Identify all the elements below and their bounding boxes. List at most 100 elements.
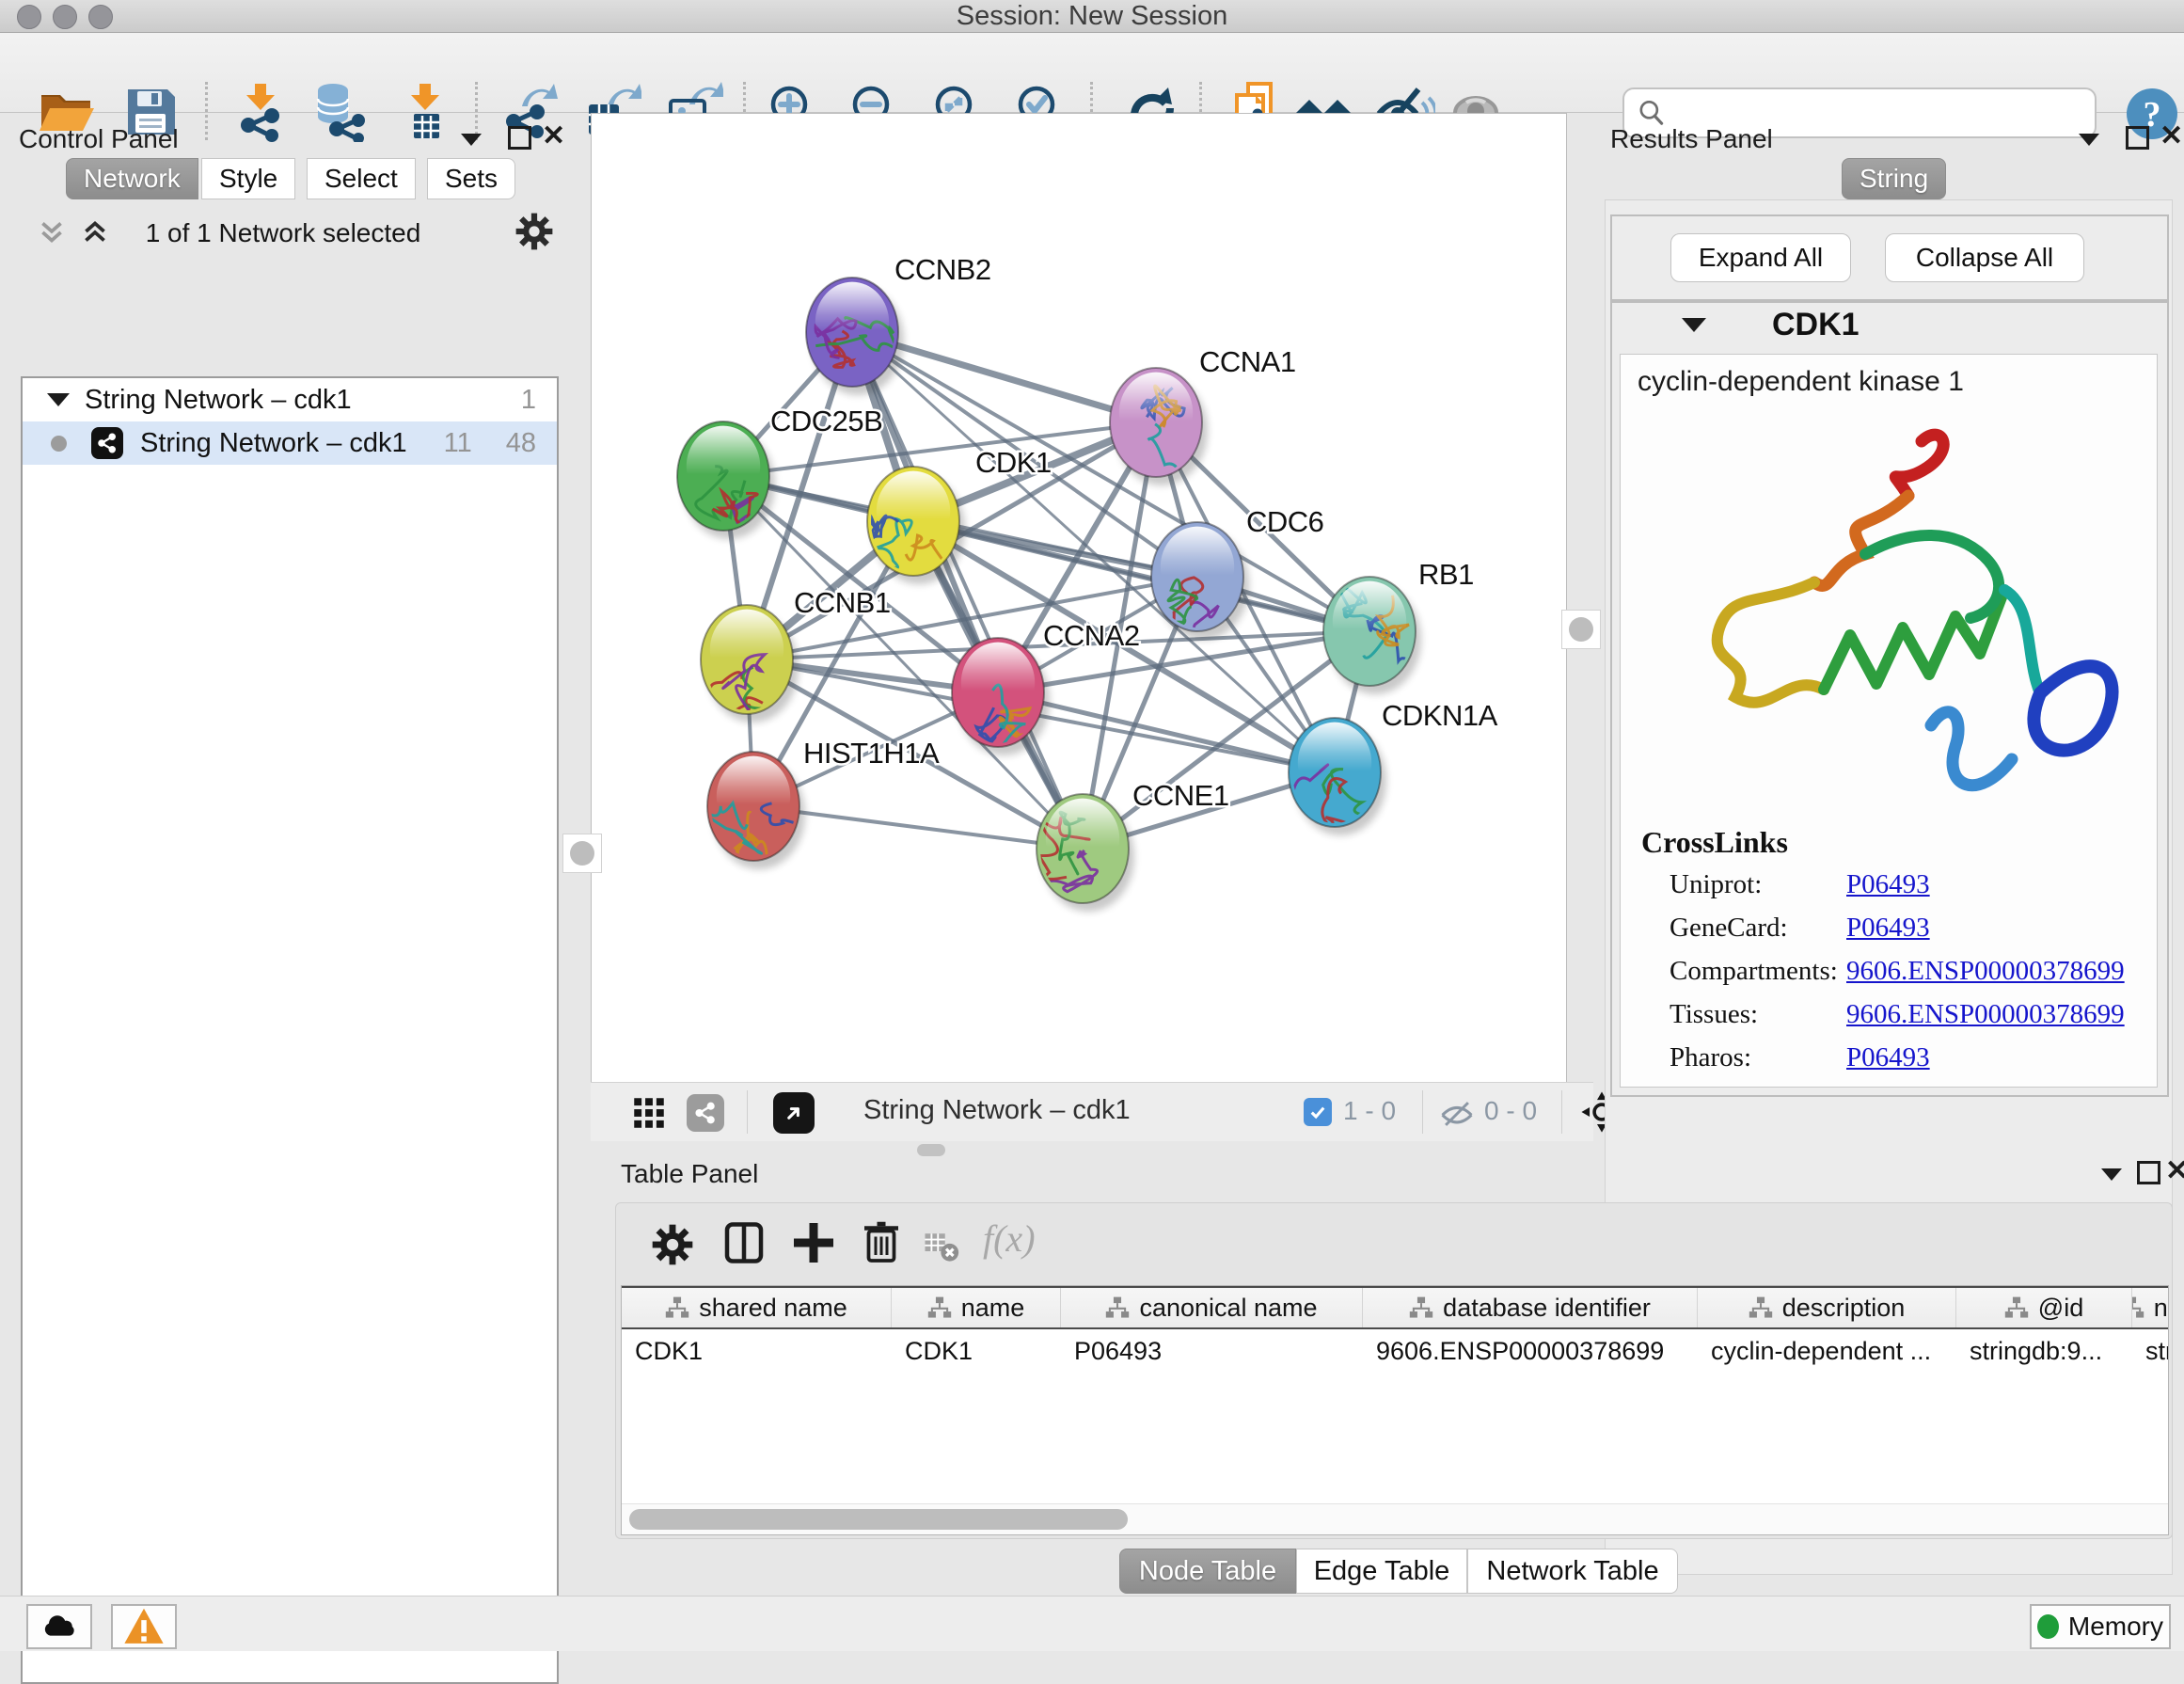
grid-view-icon[interactable] — [632, 1096, 666, 1130]
column-header-namespace[interactable]: namespace — [2132, 1288, 2169, 1327]
column-header-label: shared name — [699, 1294, 847, 1323]
open-in-window-button[interactable] — [773, 1092, 815, 1134]
hidden-count: 0 - 0 — [1484, 1096, 1537, 1126]
node-label-CCNB2: CCNB2 — [894, 253, 991, 286]
tab-style[interactable]: Style — [201, 158, 295, 199]
collapse-all-button[interactable]: Collapse All — [1885, 233, 2084, 282]
column-header-canonical-name[interactable]: canonical name — [1061, 1288, 1363, 1327]
float-panel-icon[interactable] — [2137, 1161, 2160, 1184]
node-label-CDK1: CDK1 — [975, 446, 1052, 479]
table-cell[interactable]: 9606.ENSP00000378699 — [1363, 1337, 1698, 1366]
column-header-label: namespace — [2154, 1294, 2169, 1323]
memory-label: Memory — [2068, 1612, 2163, 1642]
node-table-row[interactable]: CDK1CDK1P064939606.ENSP00000378699cyclin… — [622, 1329, 2168, 1373]
network-options-gear-icon[interactable] — [515, 213, 553, 250]
protein-description: cyclin-dependent kinase 1 — [1638, 366, 1964, 398]
status-separator — [747, 1090, 748, 1134]
node-label-CCNA2: CCNA2 — [1043, 619, 1140, 652]
node-layer — [677, 278, 1426, 912]
network-node-CCNA1[interactable] — [1110, 368, 1209, 486]
node-label-CDKN1A: CDKN1A — [1382, 699, 1498, 732]
protein-collapse-icon[interactable] — [1682, 318, 1706, 332]
tab-network[interactable]: Network — [66, 158, 198, 199]
table-cell[interactable]: CDK1 — [892, 1337, 1061, 1366]
selected-checkbox[interactable] — [1304, 1098, 1332, 1126]
window-title: Session: New Session — [0, 1, 2184, 32]
column-header--id[interactable]: @id — [1956, 1288, 2132, 1327]
tab-sets[interactable]: Sets — [427, 158, 515, 199]
collection-expand-icon[interactable] — [47, 393, 70, 406]
delete-column-icon[interactable] — [859, 1218, 904, 1263]
column-type-icon — [927, 1295, 952, 1320]
warnings-button[interactable] — [111, 1604, 177, 1649]
column-header-database-identifier[interactable]: database identifier — [1363, 1288, 1698, 1327]
table-cell[interactable]: P06493 — [1061, 1337, 1363, 1366]
check-icon — [1308, 1103, 1327, 1121]
table-hscrollbar[interactable] — [622, 1503, 2168, 1534]
close-panel-icon[interactable]: ✕ — [542, 126, 565, 147]
tab-node-table[interactable]: Node Table — [1119, 1549, 1296, 1594]
network-node-HIST1H1A[interactable] — [698, 752, 864, 875]
network-selection-status: 1 of 1 Network selected — [8, 218, 559, 248]
network-node-count: 11 — [444, 428, 472, 459]
status-separator — [1422, 1090, 1423, 1134]
network-node-RB1[interactable] — [1323, 577, 1426, 694]
crosslink-row: GeneCard:P06493 — [1670, 906, 2140, 949]
tab-string[interactable]: String — [1842, 158, 1946, 199]
network-row-label: String Network – cdk1 — [140, 428, 444, 459]
show-columns-icon[interactable] — [721, 1220, 767, 1265]
float-panel-icon[interactable] — [2126, 126, 2149, 150]
panel-menu-icon[interactable] — [2101, 1168, 2122, 1181]
results-buttons-box: Expand All Collapse All — [1610, 214, 2169, 301]
crosslink-link[interactable]: 9606.ENSP00000378699 — [1846, 956, 2125, 987]
network-collection-row[interactable]: String Network – cdk1 1 — [23, 378, 557, 421]
table-cell[interactable]: CDK1 — [622, 1337, 892, 1366]
memory-button[interactable]: Memory — [2030, 1604, 2171, 1649]
crosslink-link[interactable]: P06493 — [1846, 913, 1930, 944]
right-splitter-handle[interactable] — [1561, 610, 1601, 649]
status-separator — [1561, 1090, 1562, 1134]
tab-edge-table[interactable]: Edge Table — [1296, 1549, 1467, 1594]
close-panel-icon[interactable]: ✕ — [2160, 126, 2183, 147]
column-type-icon — [2004, 1295, 2029, 1320]
crosslink-link[interactable]: P06493 — [1846, 869, 1930, 900]
column-header-label: @id — [2038, 1294, 2083, 1323]
column-type-icon — [665, 1295, 689, 1320]
control-panel-title: Control Panel — [19, 124, 179, 154]
network-status-bar: String Network – cdk1 1 - 0 0 - 0 — [591, 1082, 1593, 1141]
tab-network-table[interactable]: Network Table — [1467, 1549, 1678, 1594]
column-header-shared-name[interactable]: shared name — [622, 1288, 892, 1327]
tab-select[interactable]: Select — [307, 158, 416, 199]
add-column-icon[interactable] — [791, 1220, 836, 1265]
protein-structure-image — [1639, 415, 2138, 810]
string-view-toggle[interactable] — [687, 1094, 724, 1132]
table-options-gear-icon[interactable] — [652, 1224, 693, 1265]
network-row[interactable]: String Network – cdk1 11 48 — [23, 421, 557, 465]
expand-all-button[interactable]: Expand All — [1670, 233, 1851, 282]
hidden-eye-icon[interactable] — [1439, 1096, 1475, 1132]
network-node-CCNE1[interactable] — [1034, 794, 1134, 912]
crosslink-link[interactable]: 9606.ENSP00000378699 — [1846, 999, 2125, 1030]
float-panel-icon[interactable] — [508, 126, 531, 150]
network-node-CDC25B[interactable] — [677, 421, 780, 541]
panel-menu-icon[interactable] — [2079, 134, 2099, 146]
network-canvas[interactable]: CCNB2CCNA1CDC25BCDK1CDC6RB1CCNB1CCNA2CDK… — [591, 113, 1567, 1084]
collection-count: 1 — [521, 385, 536, 416]
column-header-label: database identifier — [1443, 1294, 1651, 1323]
node-label-HIST1H1A: HIST1H1A — [803, 737, 940, 770]
left-splitter-handle[interactable] — [562, 834, 602, 873]
delete-table-icon-disabled — [923, 1228, 960, 1265]
cloud-status-button[interactable] — [26, 1604, 92, 1649]
crosslink-link[interactable]: P06493 — [1846, 1042, 1930, 1073]
column-header-description[interactable]: description — [1698, 1288, 1956, 1327]
table-cell[interactable]: cyclin-dependent ... — [1698, 1337, 1956, 1366]
panel-menu-icon[interactable] — [461, 134, 482, 146]
network-node-CCNB2[interactable] — [806, 278, 904, 395]
table-cell[interactable]: stringdb — [2132, 1337, 2169, 1366]
column-header-name[interactable]: name — [892, 1288, 1061, 1327]
crosslink-label: GeneCard: — [1670, 913, 1846, 944]
close-panel-icon[interactable]: ✕ — [2165, 1161, 2184, 1182]
table-cell[interactable]: stringdb:9... — [1956, 1337, 2132, 1366]
table-hscrollbar-thumb[interactable] — [629, 1509, 1128, 1530]
network-graph: CCNB2CCNA1CDC25BCDK1CDC6RB1CCNB1CCNA2CDK… — [592, 114, 1566, 1083]
